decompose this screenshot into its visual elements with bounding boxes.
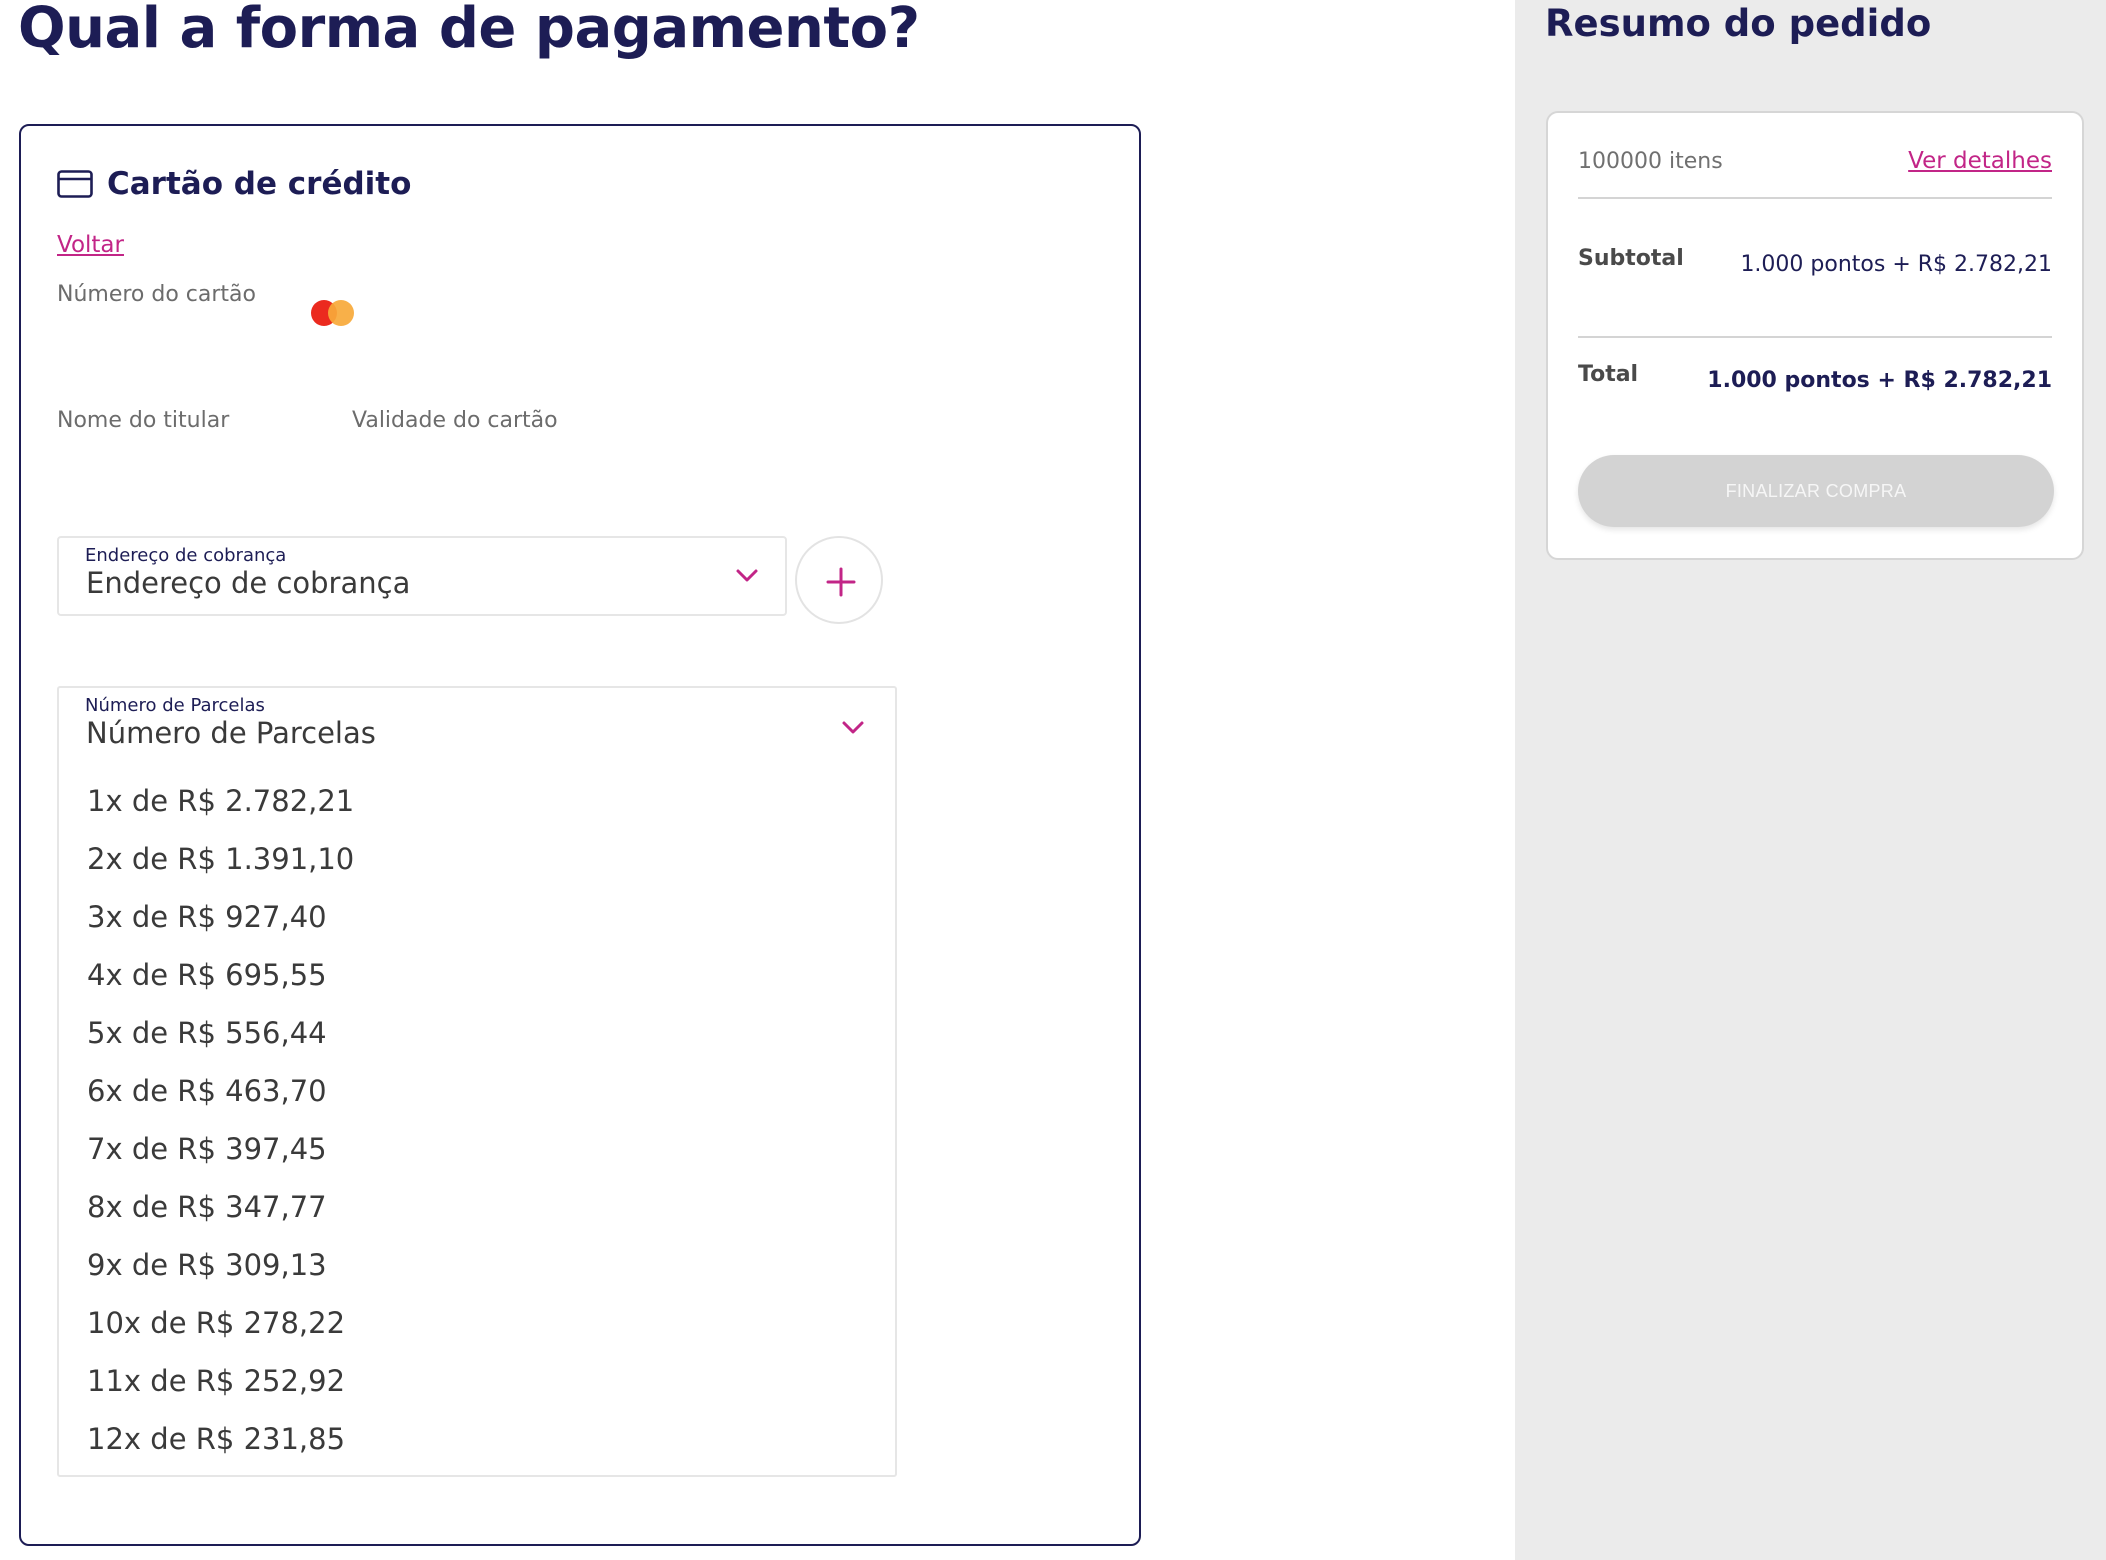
installment-option[interactable]: 1x de R$ 2.782,21 [59,772,895,830]
divider [1578,197,2052,199]
payment-method-header: Cartão de crédito [57,166,411,202]
checkout-button[interactable]: FINALIZAR COMPRA [1578,455,2054,527]
page-title: Qual a forma de pagamento? [18,0,920,61]
total-label: Total [1578,362,1639,387]
payment-method-title: Cartão de crédito [107,166,412,202]
total-value: 1.000 pontos + R$ 2.782,21 [1707,368,2052,393]
chevron-down-icon [736,569,758,582]
billing-address-value: Endereço de cobrança [86,566,411,600]
add-address-button[interactable] [795,536,883,624]
order-summary-title: Resumo do pedido [1545,2,1932,45]
payment-section: Qual a forma de pagamento? Cartão de cré… [0,0,1515,1560]
installment-option[interactable]: 4x de R$ 695,55 [59,946,895,1004]
installments-label: Número de Parcelas [85,695,265,716]
billing-address-label: Endereço de cobrança [85,545,287,566]
mastercard-logo [311,298,357,328]
installment-option[interactable]: 11x de R$ 252,92 [59,1352,895,1410]
card-number-label: Número do cartão [57,282,256,307]
installments-select[interactable]: Número de Parcelas Número de Parcelas 1x… [57,686,897,1477]
installment-option[interactable]: 7x de R$ 397,45 [59,1120,895,1178]
order-summary-card: 100000 itens Ver detalhes Subtotal 1.000… [1546,111,2084,560]
divider [1578,336,2052,338]
order-summary-sidebar: Resumo do pedido 100000 itens Ver detalh… [1515,0,2106,1560]
back-link[interactable]: Voltar [57,232,124,258]
view-details-link[interactable]: Ver detalhes [1908,148,2052,174]
chevron-down-icon [842,721,864,734]
installment-option[interactable]: 5x de R$ 556,44 [59,1004,895,1062]
credit-card-panel: Cartão de crédito Voltar Número do cartã… [19,124,1141,1546]
subtotal-label: Subtotal [1578,246,1684,271]
credit-card-icon [57,170,93,198]
installment-option[interactable]: 3x de R$ 927,40 [59,888,895,946]
installment-option[interactable]: 2x de R$ 1.391,10 [59,830,895,888]
subtotal-value: 1.000 pontos + R$ 2.782,21 [1740,252,2052,277]
installment-option[interactable]: 6x de R$ 463,70 [59,1062,895,1120]
installment-option[interactable]: 8x de R$ 347,77 [59,1178,895,1236]
installments-options: 1x de R$ 2.782,21 2x de R$ 1.391,10 3x d… [59,772,895,1468]
billing-address-select[interactable]: Endereço de cobrança Endereço de cobranç… [57,536,787,616]
holder-name-label: Nome do titular [57,408,230,433]
installments-value: Número de Parcelas [86,716,376,750]
installment-option[interactable]: 10x de R$ 278,22 [59,1294,895,1352]
plus-icon [826,567,856,597]
installment-option[interactable]: 12x de R$ 231,85 [59,1410,895,1468]
items-count: 100000 itens [1578,149,1723,174]
installment-option[interactable]: 9x de R$ 309,13 [59,1236,895,1294]
card-validity-label: Validade do cartão [352,408,558,433]
